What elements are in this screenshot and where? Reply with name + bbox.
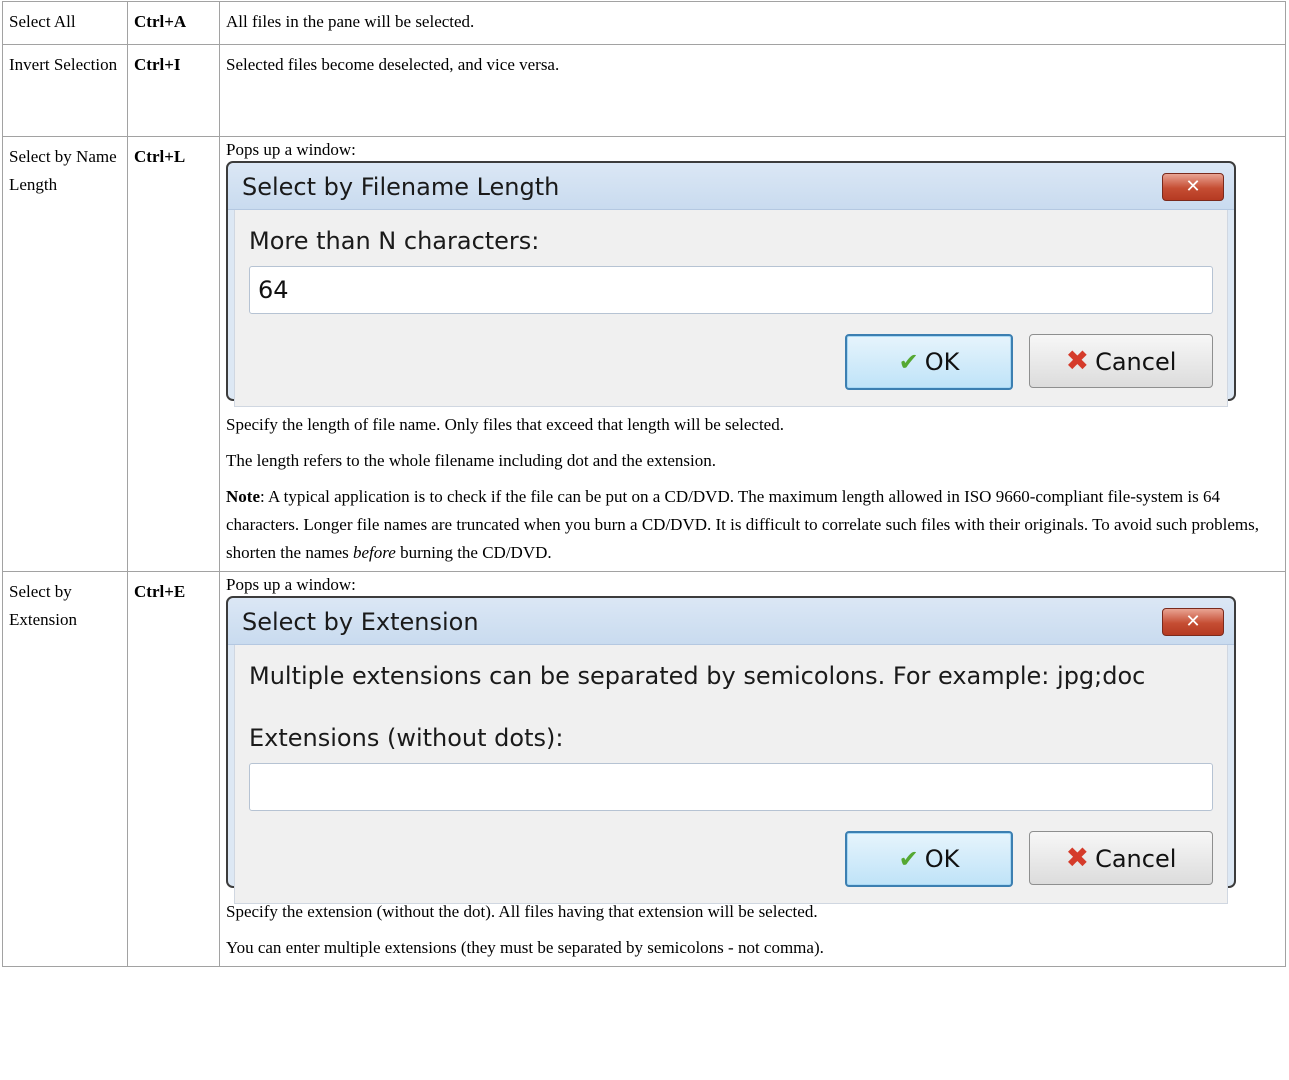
hint-text: Multiple extensions can be separated by … — [249, 662, 1146, 690]
description-cell: Pops up a window: Select by Extension ✕ … — [219, 571, 1286, 967]
shortcut-cell: Ctrl+A — [127, 1, 220, 45]
note-emphasis: before — [353, 543, 396, 562]
dialog-buttons: ✔ OK ✖ Cancel — [249, 831, 1213, 887]
intro-text: Pops up a window: — [226, 140, 356, 159]
table-row: Invert Selection Ctrl+I Selected files b… — [2, 44, 1286, 137]
length-input[interactable]: 64 — [249, 266, 1213, 314]
paragraph: The length refers to the whole filename … — [226, 451, 717, 470]
note-text-end: burning the CD/DVD. — [395, 543, 552, 562]
table-row: Select by Name Length Ctrl+L Pops up a w… — [2, 136, 1286, 572]
dialog-title: Select by Filename Length — [242, 173, 560, 201]
field-label: Extensions (without dots): — [249, 724, 564, 752]
note-paragraph: Note: A typical application is to check … — [226, 483, 1279, 567]
paragraph: Specify the length of file name. Only fi… — [226, 415, 784, 434]
dialog-titlebar: Select by Extension ✕ — [228, 598, 1234, 645]
checkmark-icon: ✔ — [898, 845, 919, 873]
cancel-label: Cancel — [1095, 845, 1177, 873]
note-label: Note — [226, 487, 260, 506]
close-button[interactable]: ✕ — [1162, 608, 1224, 636]
cancel-button[interactable]: ✖ Cancel — [1029, 334, 1213, 388]
shortcut-cell: Ctrl+L — [127, 136, 220, 572]
shortcuts-table: Select All Ctrl+A All files in the pane … — [2, 1, 1286, 967]
extension-dialog: Select by Extension ✕ Multiple extension… — [226, 596, 1236, 904]
shortcut-cell: Ctrl+I — [127, 44, 220, 137]
shortcut-cell: Ctrl+E — [127, 571, 220, 967]
ok-label: OK — [924, 845, 960, 873]
dialog-body: More than N characters: 64 ✔ OK ✖ Cancel — [234, 210, 1228, 407]
command-cell: Select by Name Length — [2, 136, 128, 572]
dialog-buttons: ✔ OK ✖ Cancel — [249, 334, 1213, 390]
close-button[interactable]: ✕ — [1162, 173, 1224, 201]
extensions-input[interactable] — [249, 763, 1213, 811]
command-cell: Select All — [2, 1, 128, 45]
ok-label: OK — [924, 348, 960, 376]
dialog-body: Multiple extensions can be separated by … — [234, 645, 1228, 904]
cancel-button[interactable]: ✖ Cancel — [1029, 831, 1213, 885]
red-x-icon: ✖ — [1065, 841, 1090, 874]
description-cell: All files in the pane will be selected. — [219, 1, 1286, 45]
command-cell: Invert Selection — [2, 44, 128, 137]
intro-text: Pops up a window: — [226, 575, 356, 594]
cancel-label: Cancel — [1095, 348, 1177, 376]
field-label: More than N characters: — [249, 227, 540, 255]
red-x-icon: ✖ — [1065, 344, 1090, 377]
ok-button[interactable]: ✔ OK — [845, 831, 1013, 887]
dialog-titlebar: Select by Filename Length ✕ — [228, 163, 1234, 210]
checkmark-icon: ✔ — [898, 348, 919, 376]
dialog-title: Select by Extension — [242, 608, 479, 636]
ok-button[interactable]: ✔ OK — [845, 334, 1013, 390]
description-cell: Pops up a window: Select by Filename Len… — [219, 136, 1286, 572]
command-cell: Select by Extension — [2, 571, 128, 967]
table-row: Select All Ctrl+A All files in the pane … — [2, 1, 1286, 45]
description-cell: Selected files become deselected, and vi… — [219, 44, 1286, 137]
table-row: Select by Extension Ctrl+E Pops up a win… — [2, 571, 1286, 967]
filename-length-dialog: Select by Filename Length ✕ More than N … — [226, 161, 1236, 407]
paragraph: You can enter multiple extensions (they … — [226, 938, 824, 957]
